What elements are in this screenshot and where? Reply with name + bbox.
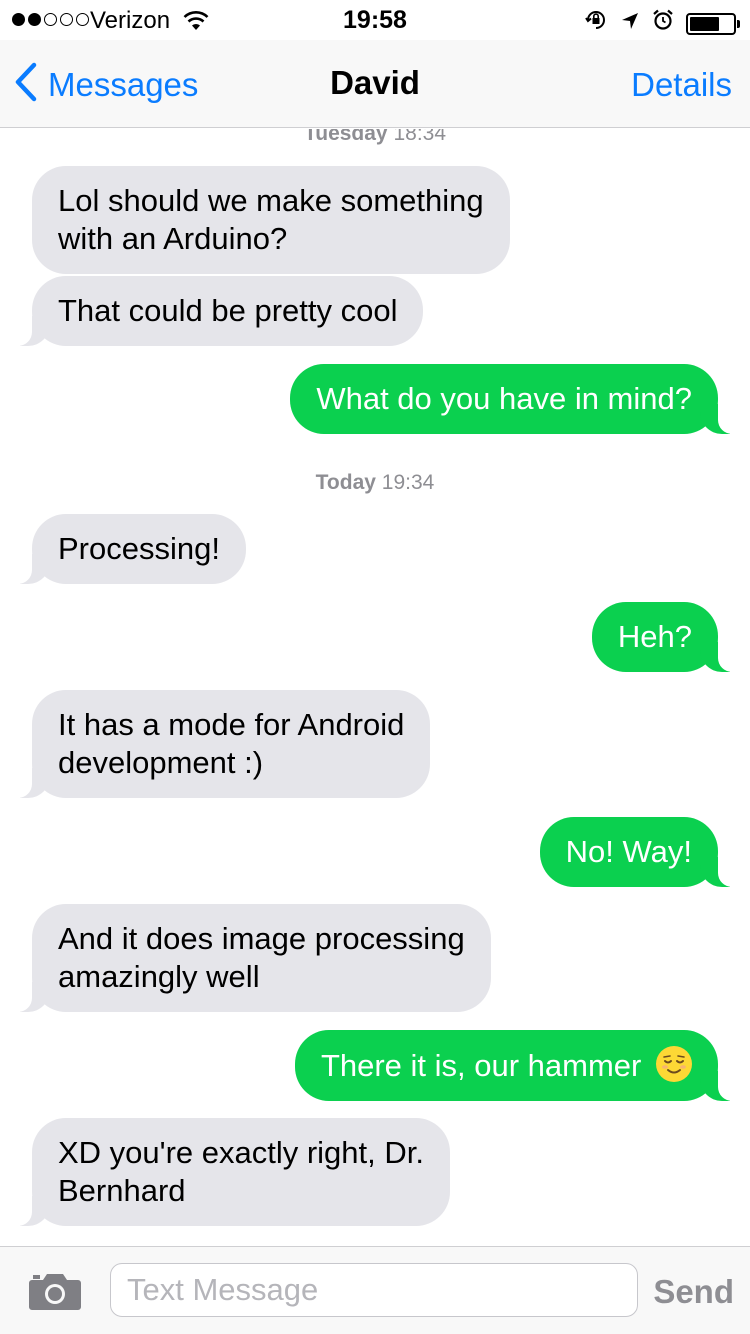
- message-line: That could be pretty cool: [58, 293, 398, 328]
- timestamp-time: 18:34: [393, 129, 447, 145]
- conversation-view[interactable]: Tuesday 18:34 Lol should we make somethi…: [0, 129, 750, 1246]
- message-line: Bernhard: [58, 1173, 186, 1208]
- status-bar: Verizon 19:58: [0, 0, 750, 40]
- orientation-lock-icon: [584, 8, 608, 39]
- sent-message[interactable]: What do you have in mind?: [290, 364, 738, 434]
- message-input-bar: Send: [0, 1246, 750, 1334]
- received-message[interactable]: And it does image processing amazingly w…: [12, 904, 491, 1012]
- message-line: Heh?: [617, 619, 692, 654]
- message-text-field[interactable]: [110, 1263, 638, 1317]
- camera-button[interactable]: [28, 1271, 82, 1316]
- message-line: amazingly well: [58, 959, 260, 994]
- details-button[interactable]: Details: [631, 66, 732, 104]
- sent-message[interactable]: Heh?: [591, 602, 739, 672]
- message-line: XD you're exactly right, Dr.: [58, 1135, 424, 1170]
- message-line: Processing!: [58, 531, 220, 566]
- sent-message[interactable]: There it is, our hammer: [294, 1030, 739, 1101]
- message-line: Lol should we make something: [58, 183, 484, 218]
- back-button[interactable]: Messages: [14, 62, 198, 107]
- message-line: No! Way!: [565, 834, 692, 869]
- timestamp-day: Today: [315, 471, 376, 494]
- location-arrow-icon: [620, 10, 640, 38]
- send-button[interactable]: Send: [653, 1273, 734, 1311]
- received-message[interactable]: That could be pretty cool: [11, 276, 424, 346]
- status-indicators: [584, 8, 740, 39]
- message-line: It has a mode for Android: [58, 707, 405, 742]
- timestamp-day: Tuesday: [303, 129, 388, 145]
- message-line: What do you have in mind?: [316, 381, 692, 416]
- message-line: And it does image processing: [58, 921, 465, 956]
- battery-icon: [686, 12, 740, 35]
- timestamp-header: Tuesday 18:34: [0, 129, 750, 146]
- back-label: Messages: [48, 65, 199, 103]
- received-message[interactable]: XD you're exactly right, Dr. Bernhard: [12, 1118, 450, 1226]
- navigation-bar: Messages David Details: [0, 40, 750, 128]
- timestamp-header: Today 19:34: [0, 471, 750, 495]
- back-chevron-icon: [14, 62, 38, 107]
- message-line: development :): [58, 745, 264, 780]
- alarm-icon: [652, 9, 674, 38]
- received-message[interactable]: Processing!: [12, 514, 246, 584]
- relieved-face-emoji: [656, 1046, 692, 1082]
- message-line: There it is, our hammer: [320, 1048, 642, 1083]
- sent-message[interactable]: No! Way!: [539, 817, 739, 887]
- received-message[interactable]: Lol should we make something with an Ard…: [32, 166, 510, 274]
- camera-icon: [28, 1274, 82, 1315]
- timestamp-time: 19:34: [381, 471, 435, 494]
- message-line: with an Arduino?: [58, 221, 288, 256]
- received-message[interactable]: It has a mode for Android development :): [11, 690, 431, 798]
